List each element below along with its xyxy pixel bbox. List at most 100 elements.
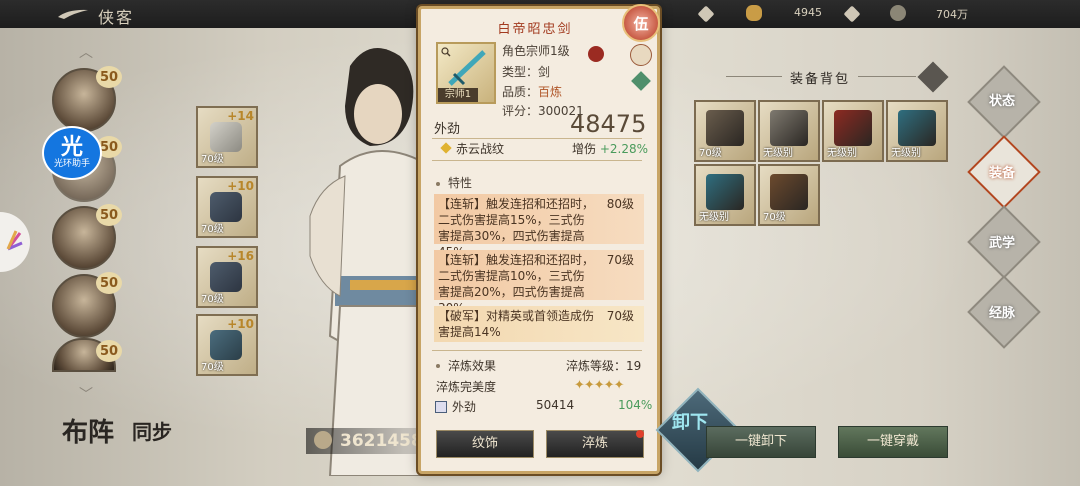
chevron-down-icon[interactable]: ﹀ xyxy=(76,384,96,403)
quality-label: 品质： xyxy=(502,85,539,99)
back-brush-icon[interactable] xyxy=(56,7,90,21)
hero-level-badge: 50 xyxy=(96,272,122,294)
sync-button[interactable]: 同步 xyxy=(132,416,172,445)
bullet-dot xyxy=(436,182,440,186)
unequip-all-button[interactable]: 一键卸下 xyxy=(706,426,816,458)
refine-level: 淬炼等级：19 xyxy=(566,359,642,373)
tab-equipment[interactable]: 装备 xyxy=(986,162,1018,181)
helmet-icon xyxy=(210,192,242,222)
trait-entry: 【破军】对精英或首领造成伤害提高14% 70级 xyxy=(434,306,644,342)
equip-slot-boots[interactable]: +16 70级 xyxy=(196,246,258,308)
axe-weapon-icon xyxy=(770,110,808,146)
sword-icon xyxy=(898,110,936,146)
attr-label: 外劲 xyxy=(434,122,461,137)
refine-attr-label: 外劲 xyxy=(452,400,477,414)
bracelet-icon xyxy=(770,174,808,210)
bag-item-level: 无级别 xyxy=(699,212,729,223)
copper-coin-icon xyxy=(890,5,906,21)
divider xyxy=(726,76,782,77)
bag-item[interactable]: 70级 xyxy=(694,100,756,162)
gem-effect: 增伤 +2.28% xyxy=(572,140,648,157)
slot-level: 70级 xyxy=(201,224,224,235)
power-figure-icon xyxy=(314,431,332,449)
fan-icon xyxy=(6,230,23,251)
gem-effect-label: 增伤 xyxy=(572,142,597,156)
divider xyxy=(432,350,642,351)
equip-all-button[interactable]: 一键穿戴 xyxy=(838,426,948,458)
enhance-level: +16 xyxy=(227,249,254,263)
divider xyxy=(432,138,642,139)
trait-level: 70级 xyxy=(606,253,634,267)
rank-badge-icon: 伍 xyxy=(622,4,660,42)
lock-icon[interactable] xyxy=(630,44,652,66)
bag-item[interactable]: 无级别 xyxy=(758,100,820,162)
hero-level-badge: 50 xyxy=(96,340,122,362)
sword-icon xyxy=(448,50,486,86)
gold-ingot-value: 4945 xyxy=(794,6,822,19)
item-type: 类型：剑 xyxy=(502,65,551,79)
hero-level-badge: 50 xyxy=(96,66,122,88)
trait-entry: 【连斩】触发连招和还招时，二式伤害提高10%，三式伤害提高20%，四式伤害提高3… xyxy=(434,250,644,315)
slot-level: 70级 xyxy=(201,362,224,373)
tab-martial[interactable]: 武学 xyxy=(986,232,1018,251)
item-quality: 品质：百炼 xyxy=(502,83,562,100)
tab-status[interactable]: 状态 xyxy=(986,90,1018,109)
refine-attr-value: 50414 xyxy=(536,398,575,412)
enhance-level: +10 xyxy=(227,179,254,193)
accessory-icon xyxy=(210,330,242,360)
boots-icon xyxy=(210,262,242,292)
claw-weapon-icon xyxy=(706,110,744,146)
tab-meridian[interactable]: 经脉 xyxy=(986,302,1018,321)
page-title: 侠客 xyxy=(98,8,135,27)
traits-title: 特性 xyxy=(448,176,473,190)
armor-icon xyxy=(210,122,242,152)
item-detail-panel: 白帝昭忠剑 伍 宗师1 角色宗师1级 类型：剑 品质：百炼 评分：300021 … xyxy=(410,0,660,474)
trait-level: 80级 xyxy=(606,197,634,211)
ornament-button[interactable]: 纹饰 xyxy=(436,430,534,458)
equip-slot-accessory[interactable]: +10 70级 xyxy=(196,314,258,376)
bag-item[interactable]: 70级 xyxy=(758,164,820,226)
refine-perfect-label: 淬炼完美度 xyxy=(436,380,497,394)
bag-item-level: 无级别 xyxy=(891,148,921,159)
bag-item-level: 70级 xyxy=(699,148,722,159)
sword-icon xyxy=(706,174,744,210)
item-rank-label: 宗师1 xyxy=(438,88,478,102)
bag-item-level: 无级别 xyxy=(827,148,857,159)
equip-slot-helmet[interactable]: +10 70级 xyxy=(196,176,258,238)
refine-attr-pct: 104% xyxy=(618,398,653,412)
rank-seal-icon xyxy=(588,46,604,62)
enhance-level: +10 xyxy=(227,317,254,331)
item-thumbnail[interactable]: 宗师1 xyxy=(436,42,496,104)
refine-title: 淬炼效果 xyxy=(448,359,497,373)
quality-value: 百炼 xyxy=(538,85,563,99)
chevron-up-icon[interactable]: ︿ xyxy=(76,42,96,61)
gem-name: 赤云战纹 xyxy=(456,142,505,156)
item-requirement: 角色宗师1级 xyxy=(502,44,570,58)
equip-slot-armor[interactable]: +14 70级 xyxy=(196,106,258,168)
notification-dot xyxy=(636,430,644,438)
helper-floating-button[interactable]: 光 光环助手 xyxy=(42,126,102,180)
formation-button[interactable]: 布阵 xyxy=(62,412,114,449)
slot-level: 70级 xyxy=(201,154,224,165)
refine-button[interactable]: 淬炼 xyxy=(546,430,644,458)
red-blade-icon xyxy=(834,110,872,146)
slot-level: 70级 xyxy=(201,294,224,305)
bag-item[interactable]: 无级别 xyxy=(886,100,948,162)
plus-diamond-icon[interactable] xyxy=(697,5,715,23)
unload-label[interactable]: 卸下 xyxy=(672,408,708,434)
bag-item[interactable]: 无级别 xyxy=(822,100,884,162)
plus-diamond-icon[interactable] xyxy=(843,5,861,23)
attr-value: 48475 xyxy=(570,110,647,138)
gold-ingot-icon xyxy=(746,5,762,21)
bullet-dot xyxy=(436,364,440,368)
helper-label: 光环助手 xyxy=(53,159,90,169)
divider xyxy=(858,76,916,77)
enhance-level: +14 xyxy=(227,109,254,123)
trait-level: 70级 xyxy=(606,309,634,323)
refine-stars: ✦✦✦✦✦ xyxy=(574,378,624,393)
bag-title: 装备背包 xyxy=(790,72,851,87)
gem-effect-value: +2.28% xyxy=(599,142,649,156)
bag-item[interactable]: 无级别 xyxy=(694,164,756,226)
bag-item-level: 70级 xyxy=(763,212,786,223)
checkbox-icon[interactable] xyxy=(435,401,447,413)
